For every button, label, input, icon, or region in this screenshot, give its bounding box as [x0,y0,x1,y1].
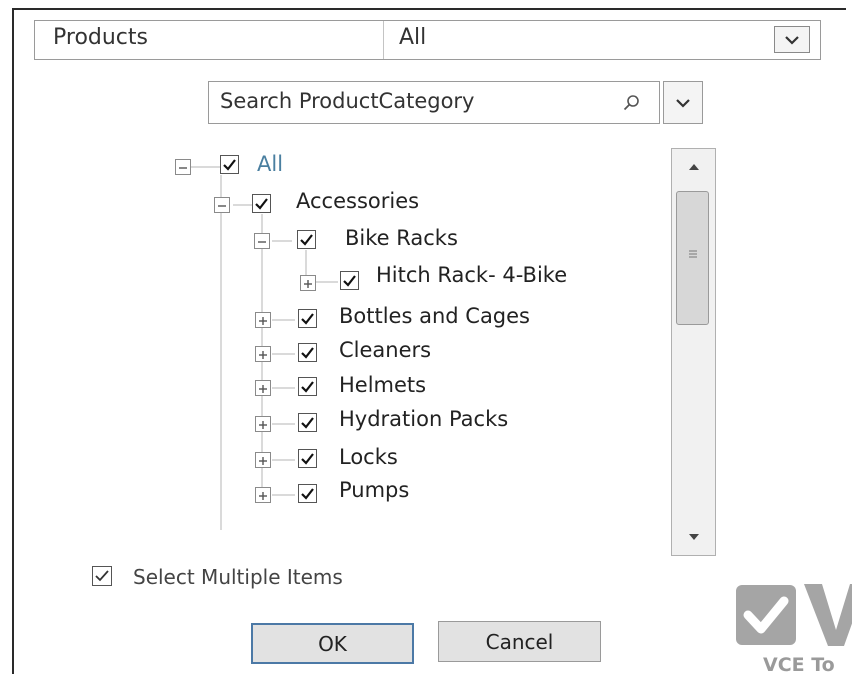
search-dropdown-button[interactable] [663,81,703,124]
tree-scrollbar[interactable] [671,148,716,556]
watermark-letter-logo [804,584,852,646]
tree-checkbox-accessories[interactable] [252,194,271,213]
tree-item-label: All [257,152,284,176]
collapse-icon[interactable] [214,197,230,213]
checkmark-icon [300,234,313,246]
tree-item-label: Accessories [296,189,420,213]
tree-checkbox-all[interactable] [220,155,239,174]
tree-checkbox-locks[interactable] [298,449,317,468]
expand-icon[interactable] [255,346,271,362]
checkmark-icon [301,488,314,500]
chevron-down-icon [676,98,690,108]
grip-icon [689,250,697,258]
search-icon [623,95,639,111]
tree-item-label: Bottles and Cages [339,304,530,328]
watermark-check-logo [736,585,796,645]
tree-checkbox-hydration-packs[interactable] [298,413,317,432]
expand-icon[interactable] [255,452,271,468]
select-multiple-checkbox[interactable] [92,566,112,586]
watermark-text: VCE To [763,654,835,676]
slicer-title: Products [53,25,148,50]
header-divider [383,21,384,59]
checkmark-icon [301,453,314,465]
tree-item-label: Helmets [339,373,427,397]
expand-icon[interactable] [255,487,271,503]
expand-icon[interactable] [300,275,316,291]
scroll-down-button[interactable] [672,523,715,551]
tree-item-label: Bike Racks [345,226,458,250]
tree-item-label: Hydration Packs [339,407,509,431]
checkmark-icon [301,347,314,359]
tree-item-label: Hitch Rack- 4-Bike [376,263,568,287]
select-multiple-label: Select Multiple Items [133,565,343,589]
checkmark-icon [223,159,236,171]
tree-checkbox-cleaners[interactable] [298,343,317,362]
tree-item-label: Pumps [339,478,410,502]
tree-checkbox-hitch-rack[interactable] [340,271,359,290]
expand-icon[interactable] [255,416,271,432]
tree-checkbox-bottles-and-cages[interactable] [298,309,317,328]
checkmark-icon [301,417,314,429]
ok-button[interactable]: OK [251,623,414,664]
expand-icon[interactable] [255,312,271,328]
checkmark-icon [255,198,268,210]
tree-checkbox-bike-racks[interactable] [297,230,316,249]
checkmark-icon [301,313,314,325]
tree-item-label: Locks [339,445,398,469]
slicer-header: Products All [34,20,821,60]
tree-checkbox-helmets[interactable] [298,377,317,396]
chevron-down-icon [785,35,799,45]
tree-item-label: Cleaners [339,338,432,362]
slicer-value: All [399,25,427,50]
search-input[interactable]: Search ProductCategory [208,81,660,124]
scroll-thumb[interactable] [676,191,709,325]
collapse-icon[interactable] [175,159,191,175]
slicer-dropdown-button[interactable] [774,26,810,53]
triangle-up-icon [688,164,699,170]
checkmark-icon [95,570,109,582]
checkmark-icon [343,275,356,287]
tree-checkbox-pumps[interactable] [298,484,317,503]
scroll-up-button[interactable] [672,153,715,181]
expand-icon[interactable] [255,380,271,396]
triangle-down-icon [688,534,699,540]
search-placeholder: Search ProductCategory [220,89,475,113]
checkmark-icon [301,381,314,393]
collapse-icon[interactable] [254,233,270,249]
cancel-button[interactable]: Cancel [438,621,601,662]
